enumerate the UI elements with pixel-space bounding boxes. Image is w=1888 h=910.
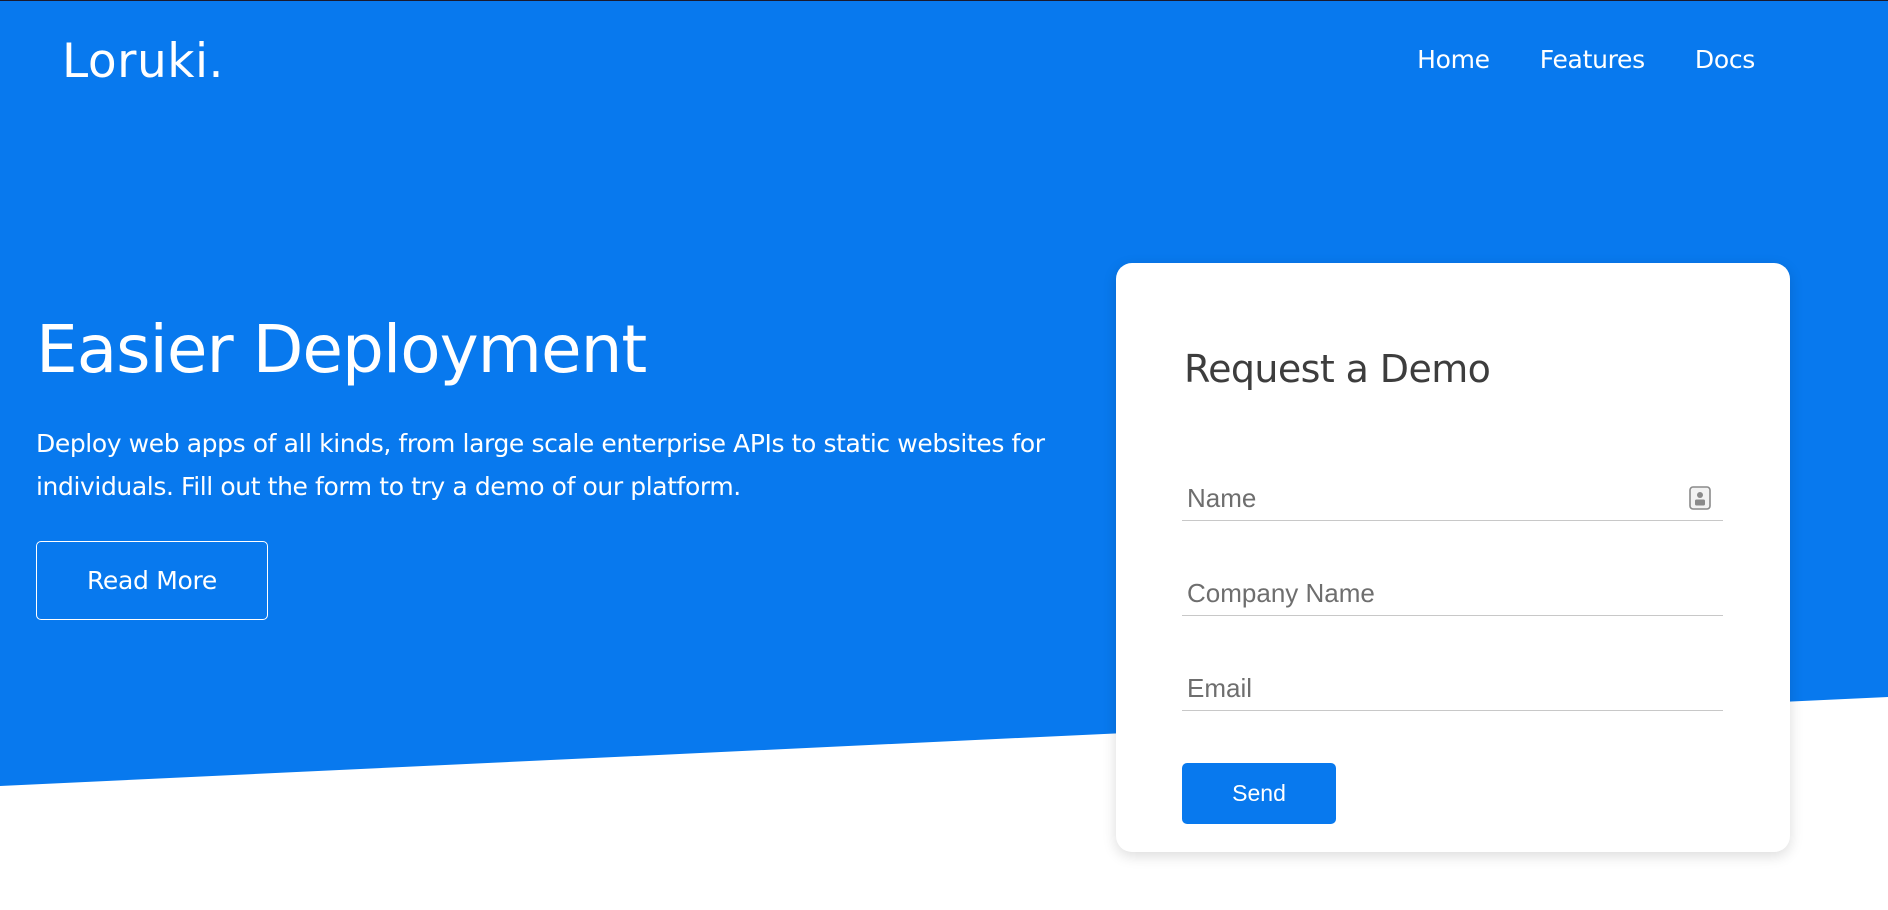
email-input[interactable] (1182, 668, 1723, 708)
contact-card-icon[interactable] (1689, 486, 1711, 510)
main-nav: Home Features Docs (1417, 42, 1755, 78)
top-border (0, 0, 1888, 1)
read-more-button[interactable]: Read More (36, 541, 268, 620)
send-button[interactable]: Send (1182, 763, 1336, 824)
company-field (1182, 573, 1723, 616)
hero-title: Easier Deployment (36, 311, 647, 388)
email-field (1182, 668, 1723, 711)
company-name-input[interactable] (1182, 573, 1723, 613)
demo-request-card: Request a Demo Send (1116, 263, 1790, 852)
name-input[interactable] (1182, 478, 1723, 518)
name-field (1182, 478, 1723, 521)
hero-description: Deploy web apps of all kinds, from large… (36, 429, 1045, 501)
nav-home-link[interactable]: Home (1417, 42, 1490, 78)
nav-docs-link[interactable]: Docs (1695, 42, 1755, 78)
form-title: Request a Demo (1184, 347, 1491, 391)
brand-logo[interactable]: Loruki. (62, 28, 224, 96)
nav-features-link[interactable]: Features (1540, 42, 1645, 78)
